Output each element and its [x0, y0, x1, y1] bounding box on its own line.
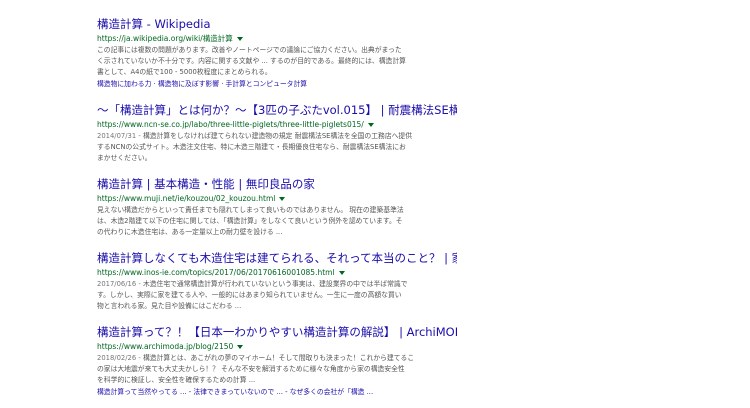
sublink[interactable]: 構造物に及ぼす影響: [158, 80, 219, 88]
sublink[interactable]: 構造物に加わる力: [97, 80, 151, 88]
search-results: 構造計算 - Wikipedia https://ja.wikipedia.or…: [97, 16, 457, 405]
snippet-line: す。しかし、実際に家を建てる人や、一般的にはあまり知られていません。一生に一度の…: [97, 291, 402, 299]
snippet-line: く示されていないか不十分です。内容に関する文献や ... するのが目的である。最…: [97, 57, 406, 65]
result-sublinks: 構造物に加わる力 · 構造物に及ぼす影響 · 手計算とコンピュータ計算: [97, 80, 308, 88]
search-result: 〜「構造計算」とは何か？〜【3匹の子ぶたvol.015】 | 耐震構法SE構法.…: [97, 102, 457, 164]
result-title-link[interactable]: 構造計算しなくても木造住宅は建てられる、それって本当のこと？ | 家...: [97, 250, 457, 266]
snippet-text: 木造住宅で通常構造計算が行われていないという事実は、建設業界の中では半ば常識で: [142, 280, 408, 288]
snippet-line: は、木造2階建て以下の住宅に関しては、「構造計算」をしなくて良いという例外を認め…: [97, 217, 403, 225]
result-url-line: https://ja.wikipedia.org/wiki/構造計算: [97, 33, 447, 44]
result-snippet: 2018/02/26 - 構造計算とは、あこがれの夢のマイホーム！そして間取りも…: [97, 353, 447, 386]
snippet-line: 2014/07/31 - 構造計算をしなければ建てられない建造物の規定 耐震構法…: [97, 131, 447, 142]
sublink[interactable]: 法律できまっていないので ...: [193, 388, 285, 396]
caret-down-icon[interactable]: [236, 37, 243, 41]
result-date: 2017/06/16 -: [97, 280, 143, 288]
snippet-text: 構造計算をしなければ建てられない建造物の規定 耐震構法SE構法を全国の工務店へ提…: [142, 132, 413, 140]
result-url: https://www.archimoda.jp/blog/2150: [97, 342, 234, 351]
result-date: 2014/07/31 -: [97, 132, 143, 140]
result-title-link[interactable]: 〜「構造計算」とは何か？〜【3匹の子ぶたvol.015】 | 耐震構法SE構法.…: [97, 102, 457, 118]
snippet-line: するNCNの公式サイト。木造注文住宅、特に木造三階建て・長期優良住宅なら、耐震構…: [97, 143, 406, 151]
result-sublinks: 構造計算って当然やってる ... - 法律できまっていないので ... - なぜ…: [97, 388, 374, 396]
caret-down-icon[interactable]: [367, 123, 374, 127]
snippet-line: 2017/06/16 - 木造住宅で通常構造計算が行われていないという事実は、建…: [97, 279, 447, 290]
result-url-line: https://www.muji.net/ie/kouzou/02_kouzou…: [97, 193, 447, 204]
snippet-line: 書として、A4の紙で100 - 5000枚程度にまとめられる。: [97, 68, 272, 76]
snippet-text: 構造計算とは、あこがれの夢のマイホーム！そして間取りも決まった！これから建てるこ: [142, 354, 415, 362]
result-url-line: https://www.inos-ie.com/topics/2017/06/2…: [97, 267, 447, 278]
result-url-line: https://www.archimoda.jp/blog/2150: [97, 341, 447, 352]
snippet-line: の家は大地震が来ても大丈夫かしら！？ そんな不安を解消するために様々な角度から家…: [97, 365, 405, 373]
result-url-line: https://www.ncn-se.co.jp/labo/three-litt…: [97, 119, 447, 130]
result-date: 2018/02/26 -: [97, 354, 143, 362]
result-url: https://www.ncn-se.co.jp/labo/three-litt…: [97, 120, 364, 129]
sublink[interactable]: 手計算とコンピュータ計算: [226, 80, 308, 88]
result-title-link[interactable]: 構造計算 | 基本構造・性能 | 無印良品の家: [97, 176, 457, 192]
result-title-link[interactable]: 構造計算 - Wikipedia: [97, 16, 457, 32]
search-result: 構造計算 - Wikipedia https://ja.wikipedia.or…: [97, 16, 447, 90]
result-title-link[interactable]: 構造計算って？！【日本一わかりやすい構造計算の解説】 | ArchiMODA: [97, 324, 457, 340]
result-url: https://ja.wikipedia.org/wiki/構造計算: [97, 34, 233, 43]
caret-down-icon[interactable]: [237, 345, 244, 349]
snippet-line: を科学的に検証し、安全性を確保するための計算 ...: [97, 376, 256, 384]
snippet-line: の代わりに木造住宅は、ある一定量以上の耐力壁を設ける ...: [97, 228, 283, 236]
snippet-line: 物と言われる家。見た目や設備にはこだわる ...: [97, 302, 242, 310]
sublink[interactable]: なぜ多くの会社が「構造 ...: [290, 388, 373, 396]
snippet-line: この記事には複数の問題があります。改善やノートページでの議論にご協力ください。出…: [97, 46, 402, 54]
result-snippet: 2017/06/16 - 木造住宅で通常構造計算が行われていないという事実は、建…: [97, 279, 447, 312]
snippet-line: まかせください。: [97, 154, 152, 162]
result-snippet: 2014/07/31 - 構造計算をしなければ建てられない建造物の規定 耐震構法…: [97, 131, 447, 164]
snippet-line: 見えない構造だからといって責任までも隠れてしまって良いものではありません。 現在…: [97, 206, 404, 214]
result-snippet: この記事には複数の問題があります。改善やノートページでの議論にご協力ください。出…: [97, 45, 447, 78]
result-url: https://www.muji.net/ie/kouzou/02_kouzou…: [97, 194, 276, 203]
search-result: 構造計算って？！【日本一わかりやすい構造計算の解説】 | ArchiMODA h…: [97, 324, 457, 398]
search-result: 構造計算しなくても木造住宅は建てられる、それって本当のこと？ | 家... ht…: [97, 250, 457, 312]
snippet-line: 2018/02/26 - 構造計算とは、あこがれの夢のマイホーム！そして間取りも…: [97, 353, 447, 364]
caret-down-icon[interactable]: [279, 197, 286, 201]
caret-down-icon[interactable]: [338, 271, 345, 275]
search-result: 構造計算 | 基本構造・性能 | 無印良品の家 https://www.muji…: [97, 176, 447, 238]
result-snippet: 見えない構造だからといって責任までも隠れてしまって良いものではありません。 現在…: [97, 205, 447, 238]
sublink[interactable]: 構造計算って当然やってる ...: [97, 388, 189, 396]
result-url: https://www.inos-ie.com/topics/2017/06/2…: [97, 268, 335, 277]
